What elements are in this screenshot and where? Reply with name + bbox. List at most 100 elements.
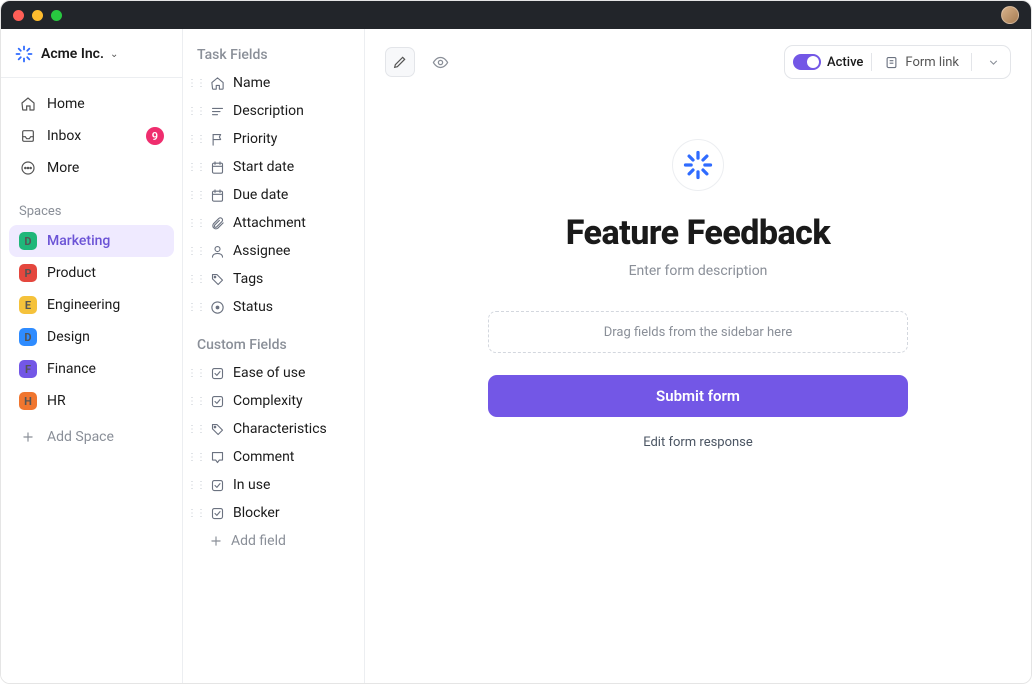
nav-more-label: More [47,160,164,176]
drag-handle-icon[interactable]: ⋮⋮ [191,246,201,257]
drag-handle-icon[interactable]: ⋮⋮ [191,508,201,519]
space-label: HR [47,393,66,409]
calendar-icon [209,187,225,203]
drag-handle-icon[interactable]: ⋮⋮ [191,274,201,285]
lines-icon [209,103,225,119]
workspace-switcher[interactable]: Acme Inc. ⌄ [1,35,182,78]
task-fields-heading: Task Fields [183,43,364,69]
drag-handle-icon[interactable]: ⋮⋮ [191,162,201,173]
field-start-date[interactable]: ⋮⋮Start date [183,153,364,181]
add-space-button[interactable]: Add Space [9,421,174,453]
edit-mode-button[interactable] [385,47,415,77]
field-priority[interactable]: ⋮⋮ Priority [183,125,364,153]
close-window-button[interactable] [13,10,24,21]
form-controls: Active Form link [784,45,1011,79]
space-item-engineering[interactable]: EEngineering [9,289,174,321]
inbox-badge: 9 [146,127,164,145]
space-item-design[interactable]: D Design [9,321,174,353]
field-label: Name [233,75,270,91]
nav-inbox[interactable]: Inbox 9 [9,120,174,152]
preview-mode-button[interactable] [425,47,455,77]
field-status[interactable]: ⋮⋮ Status [183,293,364,321]
space-badge: H [19,392,37,410]
space-badge: D [19,232,37,250]
drag-handle-icon[interactable]: ⋮⋮ [191,78,201,89]
eye-icon [432,54,449,71]
spaces-heading: Spaces [1,190,182,225]
add-field-button[interactable]: ⋮⋮ Add field [183,527,364,555]
field-name[interactable]: ⋮⋮ Name [183,69,364,97]
field-label: Status [233,299,273,315]
field-dropzone[interactable]: Drag fields from the sidebar here [488,311,908,353]
view-mode-group [385,47,455,77]
flag-icon [209,131,225,147]
edit-response-link[interactable]: Edit form response [643,435,753,450]
form-description[interactable]: Enter form description [629,263,768,279]
drag-handle-icon[interactable]: ⋮⋮ [191,190,201,201]
plus-icon [209,534,223,548]
add-space-label: Add Space [47,429,114,445]
inbox-icon [19,127,37,145]
paperclip-icon [209,215,225,231]
space-item-product[interactable]: PProduct [9,257,174,289]
drag-handle-icon[interactable]: ⋮⋮ [191,480,201,491]
field-assignee[interactable]: ⋮⋮ Assignee [183,237,364,265]
checkbox-icon [209,393,225,409]
custom-fields-heading: Custom Fields [183,333,364,359]
field-characteristics[interactable]: ⋮⋮Characteristics [183,415,364,443]
chevron-down-icon [987,56,1000,69]
checkbox-icon [209,505,225,521]
plus-icon [19,428,37,446]
titlebar [1,1,1031,29]
form-logo[interactable] [672,139,724,191]
pencil-icon [392,54,408,70]
home-icon [19,95,37,113]
field-ease-of-use[interactable]: ⋮⋮ Ease of use [183,359,364,387]
space-label: Design [47,329,90,345]
field-label: Assignee [233,243,290,259]
field-blocker[interactable]: ⋮⋮Blocker [183,499,364,527]
drag-handle-icon[interactable]: ⋮⋮ [191,218,201,229]
drag-handle-icon[interactable]: ⋮⋮ [191,368,201,379]
burst-icon [683,150,713,180]
field-label: Priority [233,131,277,147]
calendar-icon [209,159,225,175]
space-item-hr[interactable]: H HR [9,385,174,417]
nav-more[interactable]: More [9,152,174,184]
form-link-button[interactable]: Form link [880,55,963,70]
space-badge: P [19,264,37,282]
drag-handle-icon[interactable]: ⋮⋮ [191,396,201,407]
field-tags[interactable]: ⋮⋮ Tags [183,265,364,293]
maximize-window-button[interactable] [51,10,62,21]
drag-handle-icon[interactable]: ⋮⋮ [191,424,201,435]
add-field-label: Add field [231,533,286,549]
field-label: In use [233,477,270,493]
user-icon [209,243,225,259]
field-due-date[interactable]: ⋮⋮Due date [183,181,364,209]
form-title[interactable]: Feature Feedback [566,213,830,253]
more-options-button[interactable] [980,49,1006,75]
drag-handle-icon[interactable]: ⋮⋮ [191,452,201,463]
field-description[interactable]: ⋮⋮Description [183,97,364,125]
space-item-finance[interactable]: FFinance [9,353,174,385]
field-comment[interactable]: ⋮⋮Comment [183,443,364,471]
space-item-marketing[interactable]: DMarketing [9,225,174,257]
home-icon [209,75,225,91]
field-attachment[interactable]: ⋮⋮Attachment [183,209,364,237]
field-label: Tags [233,271,263,287]
field-in-use[interactable]: ⋮⋮ In use [183,471,364,499]
space-badge: D [19,328,37,346]
nav-home[interactable]: Home [9,88,174,120]
drag-handle-icon[interactable]: ⋮⋮ [191,302,201,313]
drag-handle-icon[interactable]: ⋮⋮ [191,134,201,145]
drag-handle-icon[interactable]: ⋮⋮ [191,106,201,117]
workspace-name: Acme Inc. [41,46,104,62]
field-complexity[interactable]: ⋮⋮Complexity [183,387,364,415]
minimize-window-button[interactable] [32,10,43,21]
submit-button[interactable]: Submit form [488,375,908,417]
field-label: Ease of use [233,365,305,381]
checkbox-icon [209,477,225,493]
user-avatar[interactable] [1001,6,1019,24]
active-toggle[interactable] [793,54,821,70]
chevron-down-icon: ⌄ [110,49,118,60]
